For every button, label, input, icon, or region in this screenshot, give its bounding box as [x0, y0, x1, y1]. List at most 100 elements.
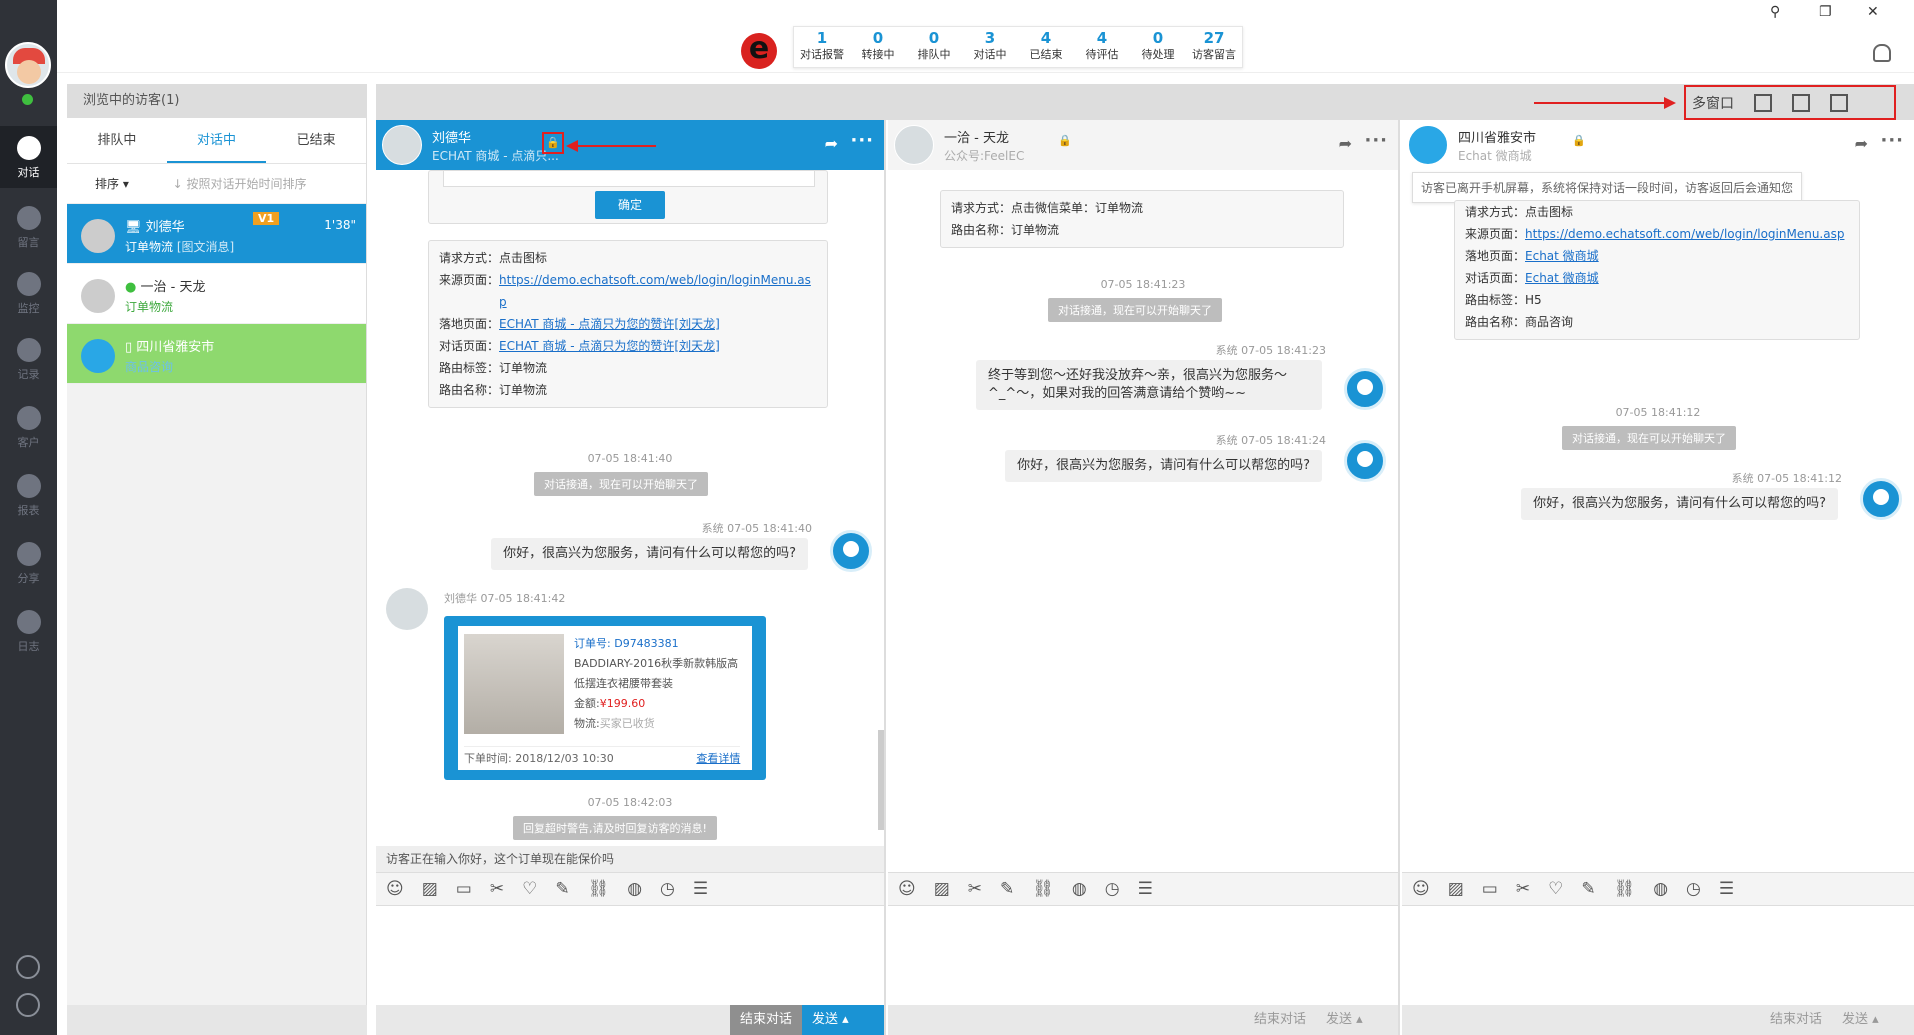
end-chat-button[interactable]: 结束对话: [729, 1005, 802, 1035]
heart-icon[interactable]: ♡: [522, 879, 537, 899]
stat-ended[interactable]: 4 已结束: [1018, 27, 1074, 67]
visitor-item-liudehua[interactable]: 🖥 刘德华 V1 1'38" 订单物流 [图文消息]: [67, 204, 366, 264]
scissors-icon[interactable]: ✂: [968, 879, 982, 899]
end-chat-button[interactable]: 结束对话: [1244, 1005, 1316, 1035]
triple-window-icon[interactable]: [1830, 93, 1848, 112]
sort-hint: ↓ 按照对话开始时间排序: [172, 177, 307, 191]
more-options-icon[interactable]: ···: [1364, 130, 1388, 151]
link-icon[interactable]: ⛓: [588, 879, 610, 899]
chat-page-link[interactable]: ECHAT 商城 - 点滴只为您的赞许[刘天龙]: [499, 335, 720, 357]
end-chat-button[interactable]: 结束对话: [1760, 1005, 1832, 1035]
stat-queued[interactable]: 0 排队中: [906, 27, 962, 67]
emoji-icon[interactable]: ☺: [1412, 879, 1430, 899]
list-icon[interactable]: ☰: [693, 879, 708, 899]
lock-icon[interactable]: 🔒: [1572, 134, 1586, 148]
stat-pending[interactable]: 0 待处理: [1130, 27, 1186, 67]
clock-icon[interactable]: ◷: [1105, 879, 1120, 899]
folder-icon[interactable]: ▭: [456, 879, 472, 899]
single-window-icon[interactable]: [1754, 93, 1772, 112]
folder-icon[interactable]: ▭: [1482, 879, 1498, 899]
echat-workspace: 对话 留言 监控 记录 客户 报表 分享 日志 e 1 对话报警 0 转接中 0 排队…: [0, 0, 1914, 1035]
transfer-arrow-icon[interactable]: ➦: [825, 134, 838, 153]
visitor-item-tianlong[interactable]: ● 一治 - 天龙 订单物流: [67, 264, 366, 324]
chat-visitor-source: ECHAT 商城 - 点滴只...: [432, 149, 559, 163]
list-icon[interactable]: ☰: [1138, 879, 1153, 899]
lock-icon[interactable]: 🔒: [542, 132, 564, 154]
tab-ended[interactable]: 已结束: [266, 118, 366, 163]
visitor-panel-header: 浏览中的访客(1): [67, 84, 366, 118]
link-icon[interactable]: ⛓: [1614, 879, 1636, 899]
source-page-link[interactable]: https://demo.echatsoft.com/web/login/log…: [1525, 223, 1844, 245]
chat-page-link[interactable]: Echat 微商城: [1525, 267, 1599, 289]
image-icon[interactable]: ▨: [1448, 879, 1464, 899]
restore-window-icon[interactable]: ❐: [1819, 4, 1832, 20]
source-page-link[interactable]: https://demo.echatsoft.com/web/login/log…: [499, 269, 817, 313]
emoji-icon[interactable]: ☺: [898, 879, 916, 899]
tab-in-chat[interactable]: 对话中: [166, 118, 267, 163]
stat-in-chat[interactable]: 3 对话中: [962, 27, 1018, 67]
nav-records[interactable]: 记录: [0, 328, 57, 390]
mail-icon: [16, 206, 41, 230]
scrollbar[interactable]: [878, 730, 884, 830]
globe-icon[interactable]: ◍: [627, 879, 642, 899]
send-button[interactable]: 发送 ▴: [1316, 1005, 1398, 1035]
send-button[interactable]: 发送 ▴: [1832, 1005, 1914, 1035]
chat-icon: [16, 136, 41, 160]
scissors-icon[interactable]: ✂: [1516, 879, 1530, 899]
link-icon[interactable]: ⛓: [1032, 879, 1054, 899]
view-details-link[interactable]: 查看详情: [696, 747, 740, 771]
power-icon[interactable]: [16, 993, 40, 1017]
edit-icon[interactable]: ✎: [555, 879, 569, 899]
clock-icon[interactable]: ◷: [660, 879, 675, 899]
send-button[interactable]: 发送 ▴: [802, 1005, 884, 1035]
transfer-arrow-icon[interactable]: ➦: [1855, 134, 1868, 153]
lock-icon[interactable]: 🔒: [1058, 134, 1072, 148]
form-input[interactable]: [443, 171, 815, 187]
more-options-icon[interactable]: ···: [1880, 130, 1904, 151]
list-icon[interactable]: ☰: [1719, 879, 1734, 899]
edit-icon[interactable]: ✎: [1000, 879, 1014, 899]
confirm-button[interactable]: 确定: [595, 191, 665, 219]
visitor-item-yaan[interactable]: ▯ 四川省雅安市 商品咨询: [67, 324, 366, 384]
message-input[interactable]: [888, 906, 1398, 1004]
more-options-icon[interactable]: ···: [850, 130, 874, 151]
globe-icon[interactable]: ◍: [1653, 879, 1668, 899]
tab-queued[interactable]: 排队中: [67, 118, 167, 163]
stat-transferring[interactable]: 0 转接中: [850, 27, 906, 67]
stat-to-evaluate[interactable]: 4 待评估: [1074, 27, 1130, 67]
stat-visitor-messages[interactable]: 27 访客留言: [1186, 27, 1242, 67]
nav-share[interactable]: 分享: [0, 532, 57, 594]
chat-pane-header: 四川省雅安市 Echat 微商城 🔒 ➦ ···: [1402, 120, 1914, 170]
message-meta: 系统 07-05 18:41:23: [1215, 344, 1326, 357]
heart-icon[interactable]: ♡: [1548, 879, 1563, 899]
close-window-icon[interactable]: ✕: [1867, 4, 1879, 20]
scissors-icon[interactable]: ✂: [490, 879, 504, 899]
edit-icon[interactable]: ✎: [1581, 879, 1595, 899]
wechat-icon: ●: [125, 280, 137, 295]
bell-icon[interactable]: [1873, 44, 1891, 62]
nav-logs[interactable]: 日志: [0, 600, 57, 662]
sort-dropdown[interactable]: 排序 ▾: [95, 177, 129, 191]
nav-customers[interactable]: 客户: [0, 396, 57, 458]
globe-icon[interactable]: ◍: [1072, 879, 1087, 899]
nav-monitor[interactable]: 监控: [0, 262, 57, 324]
transfer-arrow-icon[interactable]: ➦: [1339, 134, 1352, 153]
dual-window-icon[interactable]: [1792, 93, 1810, 112]
emoji-icon[interactable]: ☺: [386, 879, 404, 899]
landing-page-link[interactable]: Echat 微商城: [1525, 245, 1599, 267]
nav-messages[interactable]: 留言: [0, 196, 57, 258]
order-card[interactable]: 订单号: D97483381 BADDIARY-2016秋季新款韩版高低摆连衣裙…: [444, 616, 766, 780]
agent-avatar[interactable]: [5, 42, 51, 88]
chat-visitor-name: 刘德华: [432, 131, 472, 146]
stat-alert[interactable]: 1 对话报警: [794, 27, 850, 67]
image-icon[interactable]: ▨: [934, 879, 950, 899]
landing-page-link[interactable]: ECHAT 商城 - 点滴只为您的赞许[刘天龙]: [499, 313, 720, 335]
pin-icon[interactable]: ⚲: [1770, 4, 1780, 20]
message-input[interactable]: [1402, 906, 1914, 1004]
nav-chat[interactable]: 对话: [0, 126, 57, 188]
message-input[interactable]: [376, 906, 884, 1004]
clock-icon[interactable]: ◷: [1686, 879, 1701, 899]
nav-reports[interactable]: 报表: [0, 464, 57, 526]
image-icon[interactable]: ▨: [422, 879, 438, 899]
settings-gear-icon[interactable]: [16, 955, 40, 979]
